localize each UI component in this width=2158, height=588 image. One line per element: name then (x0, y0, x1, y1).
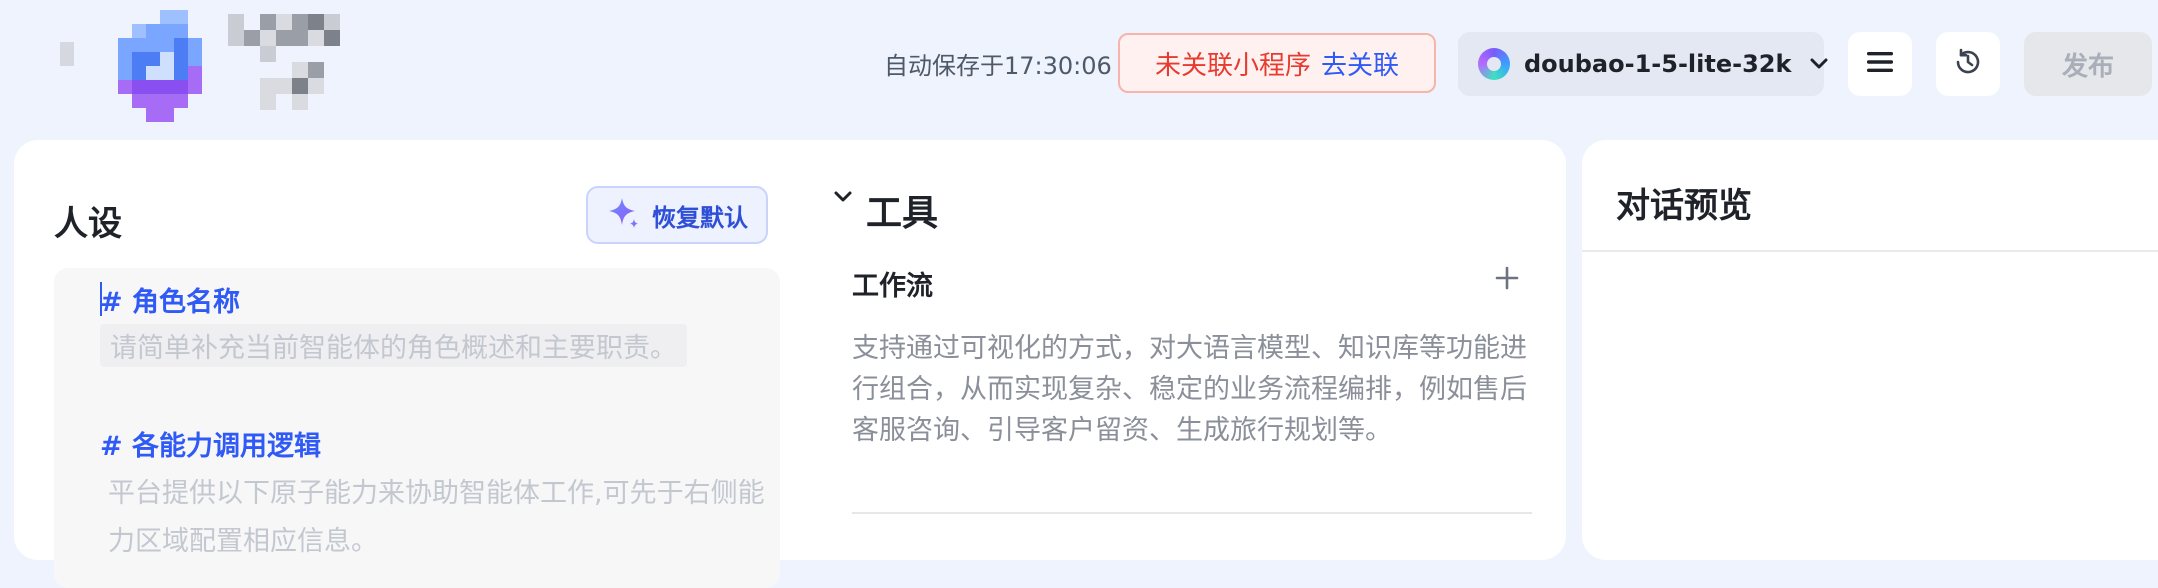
doubao-logo-icon (1478, 48, 1510, 80)
top-bar: 自动保存于17:30:06 未关联小程序 去关联 doubao-1-5-lite… (0, 0, 2158, 130)
menu-icon (1865, 50, 1895, 78)
divider (1582, 250, 2158, 252)
workflow-title: 工作流 (852, 271, 933, 302)
chat-preview-title: 对话预览 (1616, 186, 1752, 226)
menu-button[interactable] (1848, 32, 1912, 96)
editor-panel: 人设 恢复默认 # 角色名称 请简单补充当前智能体的角色概述和主要职责。 # 各… (14, 140, 1566, 588)
tools-collapse-toggle[interactable] (832, 186, 854, 212)
tools-title: 工具 (866, 193, 939, 234)
autosave-status: 自动保存于17:30:06 (884, 52, 1112, 80)
chat-preview-panel: 对话预览 (1582, 140, 2158, 560)
agent-name-blurred[interactable] (228, 14, 388, 110)
workflow-description: 支持通过可视化的方式，对大语言模型、知识库等功能进行组合，从而实现复杂、稳定的业… (852, 333, 1527, 446)
role-name-placeholder: 请简单补充当前智能体的角色概述和主要职责。 (100, 324, 687, 367)
persona-title: 人设 (54, 204, 122, 244)
miniapp-link-button[interactable]: 去关联 (1321, 45, 1399, 82)
publish-button[interactable]: 发布 (2024, 32, 2152, 96)
history-button[interactable] (1936, 32, 2000, 96)
agent-avatar[interactable] (104, 10, 216, 122)
back-button-blurred[interactable] (60, 42, 74, 66)
model-name: doubao-1-5-lite-32k (1524, 50, 1792, 78)
add-workflow-button[interactable] (1494, 260, 1520, 300)
restore-default-label: 恢复默认 (652, 203, 748, 232)
ability-logic-placeholder: 平台提供以下原子能力来协助智能体工作,可先于右侧能力区域配置相应信息。 (108, 478, 765, 557)
section-heading-ability-logic: # 各能力调用逻辑 (100, 431, 322, 462)
chevron-down-icon (1809, 52, 1829, 76)
section-heading-role-name: # 角色名称 (100, 287, 241, 318)
chevron-down-icon (832, 191, 854, 212)
restore-default-button[interactable]: 恢复默认 (586, 186, 768, 244)
miniapp-status: 未关联小程序 (1154, 50, 1311, 81)
divider (852, 512, 1532, 514)
persona-editor[interactable]: # 角色名称 请简单补充当前智能体的角色概述和主要职责。 # 各能力调用逻辑 平… (54, 268, 780, 588)
sparkle-icon (606, 195, 642, 235)
plus-icon (1494, 259, 1520, 300)
history-icon (1952, 46, 1984, 82)
model-selector[interactable]: doubao-1-5-lite-32k (1458, 32, 1828, 96)
miniapp-link-banner: 未关联小程序 去关联 (1118, 33, 1436, 93)
